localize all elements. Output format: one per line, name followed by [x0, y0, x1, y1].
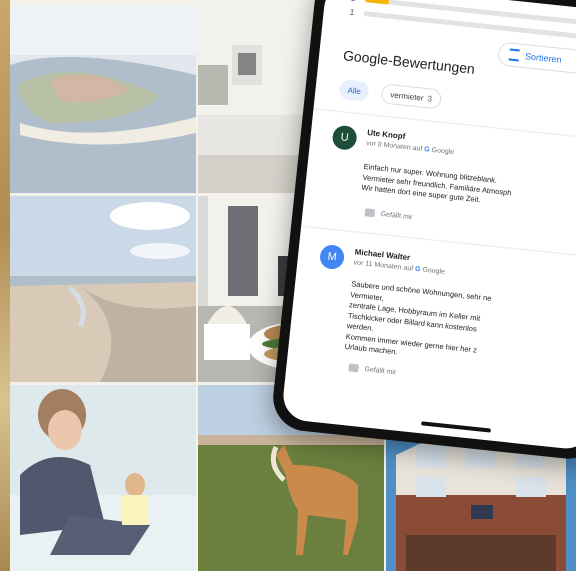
review-meta: vor 8 Monaten auf G Google: [366, 140, 455, 156]
like-button[interactable]: Gefällt mir: [348, 363, 397, 376]
thumbs-up-icon: [364, 208, 376, 218]
chip-label: vermieter: [389, 89, 425, 103]
google-icon: G: [423, 146, 430, 154]
review-source: Google: [431, 146, 455, 157]
smartphone: 2 1 Sortieren Google-Bewertungen Alle ve…: [269, 0, 576, 462]
review-meta: vor 11 Monaten auf G Google: [353, 259, 445, 276]
thumbs-up-icon: [348, 363, 359, 373]
like-label: Gefällt mir: [364, 365, 397, 376]
chip-label: Alle: [347, 85, 362, 96]
review-source: Google: [422, 266, 446, 276]
google-icon: G: [414, 265, 421, 274]
photo-aerial-island: [10, 5, 196, 193]
home-indicator: [420, 421, 492, 433]
sort-icon: [508, 48, 520, 62]
rating-label: 1: [349, 7, 355, 17]
chip-count: 3: [427, 93, 433, 104]
photo-kitchen: [198, 5, 308, 193]
like-label: Gefällt mir: [380, 210, 413, 221]
review-text: Saubere und schöne Wohnungen, sehr ne Ve…: [344, 279, 492, 367]
reviews-title: Google-Bewertungen: [342, 47, 476, 77]
phone-screen: 2 1 Sortieren Google-Bewertungen Alle ve…: [280, 0, 576, 451]
review-date: vor 8 Monaten auf: [365, 140, 423, 153]
rating-label: 2: [351, 0, 356, 3]
filter-chip-vermieter[interactable]: vermieter 3: [380, 83, 442, 110]
avatar[interactable]: U: [331, 124, 358, 151]
sort-button[interactable]: Sortieren: [497, 41, 576, 75]
photo-boy-dunes: [10, 385, 196, 571]
reviewer-name[interactable]: Ute Knopf: [367, 128, 406, 141]
review-text: Einfach nur super. Wohnung blitzeblank. …: [361, 162, 513, 209]
beach-grass-strip: [0, 0, 10, 571]
filter-chip-all[interactable]: Alle: [338, 78, 370, 102]
rating-row-1: 1: [349, 8, 354, 17]
like-button[interactable]: Gefällt mir: [364, 208, 413, 221]
rating-row-2: 2: [351, 0, 356, 3]
avatar[interactable]: M: [318, 243, 346, 271]
sort-label: Sortieren: [524, 51, 562, 65]
photo-beach-tideland: [10, 196, 196, 382]
